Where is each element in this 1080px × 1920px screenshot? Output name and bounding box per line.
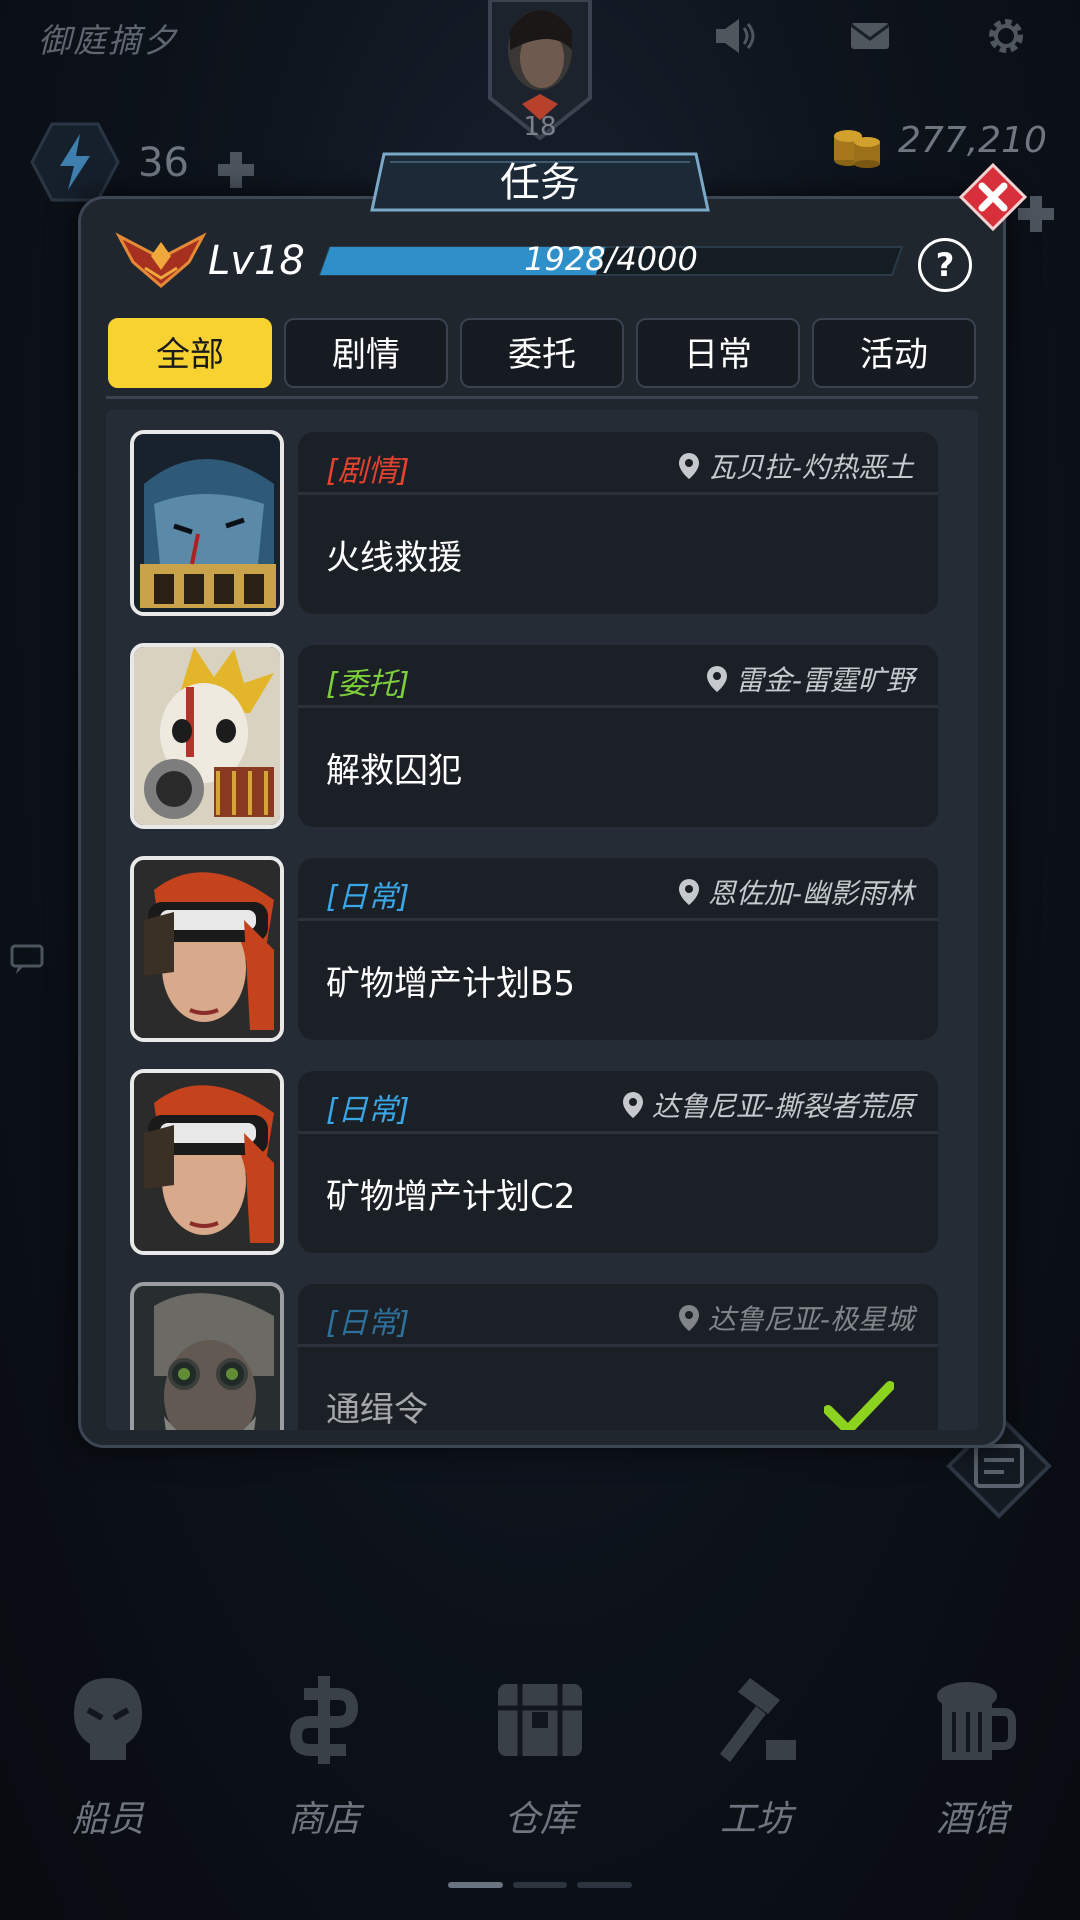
card-divider	[298, 1131, 938, 1134]
quest-location: 达鲁尼亚-极星城	[678, 1298, 914, 1338]
page-dot	[512, 1882, 568, 1888]
tab-all[interactable]: 全部	[108, 318, 272, 388]
tavern-icon	[937, 1682, 1016, 1760]
mail-icon[interactable]	[848, 14, 892, 58]
nav-shop-label: 商店	[287, 1799, 360, 1840]
quest-name: 解救囚犯	[326, 751, 462, 791]
quest-giver-portrait	[130, 856, 284, 1042]
card-divider	[298, 705, 938, 708]
level-label: Lv18	[208, 238, 305, 284]
dialog-title: 任务	[500, 160, 580, 206]
workshop-icon	[720, 1678, 796, 1762]
energy-value: 36	[138, 140, 189, 186]
shop-icon	[289, 1676, 359, 1764]
quest-giver-portrait	[130, 643, 284, 829]
coins-icon	[834, 130, 880, 168]
quest-name: 火线救援	[326, 538, 462, 578]
nav-workshop-label: 工坊	[719, 1799, 792, 1840]
quest-item[interactable]: [日常] 达鲁尼亚-极星城 通缉令	[130, 1282, 960, 1430]
location-pin-icon	[706, 666, 727, 692]
page-indicator	[448, 1882, 633, 1888]
warehouse-icon	[498, 1684, 582, 1756]
quest-item[interactable]: [委托] 雷金-雷霆旷野 解救囚犯	[130, 643, 960, 833]
quest-location: 雷金-雷霆旷野	[706, 659, 914, 699]
quest-name: 矿物增产计划B5	[326, 964, 575, 1004]
quest-location-text: 雷金-雷霆旷野	[735, 664, 914, 697]
location-pin-icon	[678, 453, 699, 479]
quest-giver-portrait	[130, 1069, 284, 1255]
nav-shop[interactable]: 商店	[216, 1670, 432, 1890]
card-divider	[298, 918, 938, 921]
quest-card: [委托] 雷金-雷霆旷野 解救囚犯	[298, 645, 938, 827]
quest-item[interactable]: [日常] 达鲁尼亚-撕裂者荒原 矿物增产计划C2	[130, 1069, 960, 1259]
quest-type: [日常]	[326, 1306, 410, 1341]
completed-check-icon	[824, 1381, 894, 1430]
quest-name: 矿物增产计划C2	[326, 1177, 576, 1217]
quest-type: [日常]	[326, 1093, 410, 1128]
page-dot	[448, 1882, 503, 1888]
quest-location-text: 达鲁尼亚-撕裂者荒原	[651, 1090, 914, 1123]
nav-crew-label: 船员	[71, 1799, 144, 1840]
card-divider	[298, 1344, 938, 1347]
quest-card: [日常] 恩佐加-幽影雨林 矿物增产计划B5	[298, 858, 938, 1040]
add-energy-icon[interactable]	[214, 148, 258, 192]
help-button[interactable]: ?	[918, 238, 972, 292]
nav-warehouse-label: 仓库	[503, 1799, 576, 1840]
quest-item[interactable]: [剧情] 瓦贝拉-灼热恶土 火线救援	[130, 430, 960, 620]
quest-location: 达鲁尼亚-撕裂者荒原	[622, 1085, 914, 1125]
rank-emblem-icon	[115, 232, 207, 288]
location-pin-icon	[622, 1092, 643, 1118]
quest-card: [剧情] 瓦贝拉-灼热恶土 火线救援	[298, 432, 938, 614]
location-pin-icon	[678, 879, 699, 905]
nav-tavern-label: 酒馆	[935, 1799, 1008, 1840]
quest-type: [剧情]	[326, 454, 410, 489]
card-divider	[298, 492, 938, 495]
quest-card: [日常] 达鲁尼亚-极星城 通缉令	[298, 1284, 938, 1430]
tab-story[interactable]: 剧情	[284, 318, 448, 388]
bottom-nav: 船员 商店 仓库 工坊 酒馆	[0, 1670, 1080, 1890]
quest-type: [日常]	[326, 880, 410, 915]
speaker-icon[interactable]	[712, 14, 756, 58]
quest-location: 瓦贝拉-灼热恶土	[678, 446, 914, 486]
nav-tavern[interactable]: 酒馆	[864, 1670, 1080, 1890]
quest-location-text: 达鲁尼亚-极星城	[707, 1303, 914, 1336]
quest-item[interactable]: [日常] 恩佐加-幽影雨林 矿物增产计划B5	[130, 856, 960, 1046]
quest-name: 通缉令	[326, 1390, 428, 1430]
top-bar: 御庭摘夕 18 36 277,210	[0, 0, 1080, 232]
tabs-divider	[106, 396, 978, 399]
location-pin-icon	[678, 1305, 699, 1331]
quest-location-text: 恩佐加-幽影雨林	[707, 877, 914, 910]
close-icon[interactable]	[958, 162, 1028, 232]
crew-icon	[74, 1678, 142, 1760]
nav-workshop[interactable]: 工坊	[648, 1670, 864, 1890]
gear-icon[interactable]	[984, 14, 1028, 58]
energy-icon	[30, 122, 120, 202]
quest-giver-portrait	[130, 1282, 284, 1430]
quest-tabs: 全部 剧情 委托 日常 活动	[108, 318, 976, 390]
xp-text: 1928/4000	[524, 240, 698, 278]
tab-daily[interactable]: 日常	[636, 318, 800, 388]
player-avatar[interactable]: 18	[482, 0, 598, 142]
quest-card: [日常] 达鲁尼亚-撕裂者荒原 矿物增产计划C2	[298, 1071, 938, 1253]
quest-type: [委托]	[326, 667, 410, 702]
tab-event[interactable]: 活动	[812, 318, 976, 388]
player-level: 18	[523, 112, 557, 142]
chat-icon[interactable]	[10, 940, 50, 980]
nav-warehouse[interactable]: 仓库	[432, 1670, 648, 1890]
quest-giver-portrait	[130, 430, 284, 616]
page-dot	[577, 1882, 633, 1888]
quest-location-text: 瓦贝拉-灼热恶土	[707, 451, 914, 484]
quest-location: 恩佐加-幽影雨林	[678, 872, 914, 912]
tab-commission[interactable]: 委托	[460, 318, 624, 388]
nav-crew[interactable]: 船员	[0, 1670, 216, 1890]
quest-list[interactable]: [剧情] 瓦贝拉-灼热恶土 火线救援 [委托] 雷金-雷霆旷野 解救囚犯 [日常…	[106, 410, 978, 1430]
player-name: 御庭摘夕	[38, 21, 178, 60]
coins-value: 277,210	[898, 120, 1047, 161]
